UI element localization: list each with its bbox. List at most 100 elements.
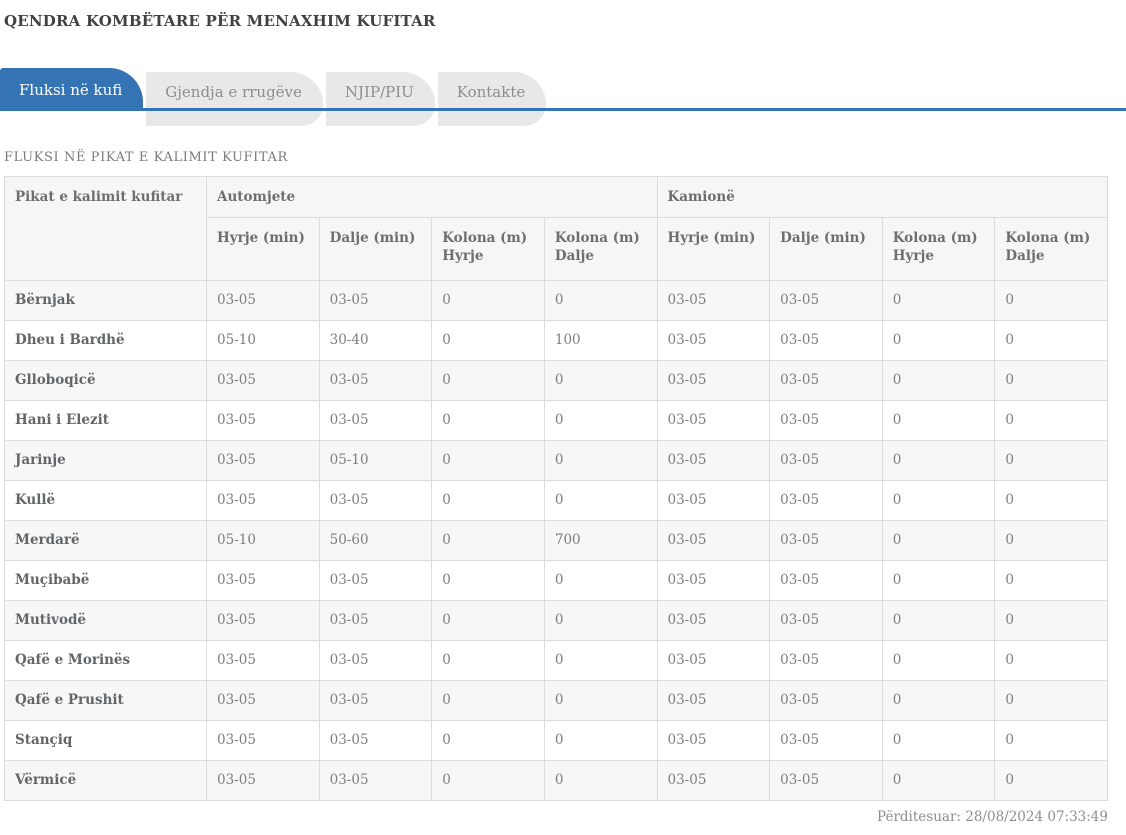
cell-value: 0: [543, 480, 658, 521]
crossing-point-name: Jarinje: [4, 440, 207, 481]
cell-value: 03-05: [656, 640, 771, 681]
cell-value: 03-05: [318, 680, 433, 721]
subheader-auto-dalje: Dalje (min): [318, 217, 433, 281]
subheader-auto-hyrje: Hyrje (min): [206, 217, 320, 281]
cell-value: 03-05: [206, 640, 320, 681]
cell-value: 0: [994, 320, 1108, 361]
cell-value: 0: [994, 480, 1108, 521]
cell-value: 0: [881, 320, 996, 361]
cell-value: 03-05: [656, 280, 771, 321]
cell-value: 05-10: [318, 440, 433, 481]
crossing-point-name: Qafë e Morinës: [4, 640, 207, 681]
cell-value: 0: [994, 520, 1108, 561]
cell-value: 03-05: [206, 480, 320, 521]
cell-value: 0: [431, 480, 545, 521]
cell-value: 03-05: [206, 760, 320, 801]
table-row: Qafë e Prushit 03-05 03-05 0 0 03-05 03-…: [4, 680, 1108, 721]
cell-value: 0: [881, 440, 996, 481]
cell-value: 03-05: [656, 320, 771, 361]
table-row: Vërmicë 03-05 03-05 0 0 03-05 03-05 0 0: [4, 760, 1108, 801]
cell-value: 0: [881, 280, 996, 321]
tab-gjendja-e-rrugeve[interactable]: Gjendja e rrugëve: [146, 72, 323, 126]
cell-value: 03-05: [656, 520, 771, 561]
cell-value: 03-05: [318, 560, 433, 601]
cell-value: 0: [431, 560, 545, 601]
cell-value: 03-05: [769, 560, 883, 601]
crossing-point-name: Vërmicë: [4, 760, 207, 801]
cell-value: 0: [994, 600, 1108, 641]
tab-njip-piu[interactable]: NJIP/PIU: [325, 72, 435, 126]
crossing-point-name: Glloboqicë: [4, 360, 207, 401]
cell-value: 03-05: [318, 640, 433, 681]
table-body: Bërnjak 03-05 03-05 0 0 03-05 03-05 0 0 …: [4, 280, 1108, 801]
subheader-kamion-hyrje: Hyrje (min): [656, 217, 771, 281]
cell-value: 03-05: [206, 600, 320, 641]
cell-value: 03-05: [656, 360, 771, 401]
cell-value: 0: [543, 360, 658, 401]
last-updated: Përditesuar: 28/08/2024 07:33:49: [877, 809, 1108, 825]
cell-value: 03-05: [656, 720, 771, 761]
cell-value: 05-10: [206, 520, 320, 561]
cell-value: 0: [431, 720, 545, 761]
cell-value: 03-05: [206, 440, 320, 481]
tab-kontakte[interactable]: Kontakte: [437, 72, 547, 126]
cell-value: 0: [881, 600, 996, 641]
cell-value: 0: [431, 360, 545, 401]
cell-value: 03-05: [318, 720, 433, 761]
cell-value: 03-05: [318, 600, 433, 641]
cell-value: 03-05: [656, 680, 771, 721]
group-header-kamione: Kamionë: [656, 176, 1108, 218]
cell-value: 100: [543, 320, 658, 361]
subheader-kamion-kolona-dalje: Kolona (m) Dalje: [994, 217, 1108, 281]
cell-value: 03-05: [318, 280, 433, 321]
cell-value: 03-05: [206, 720, 320, 761]
subheader-kamion-dalje: Dalje (min): [769, 217, 883, 281]
table-row: Mutivodë 03-05 03-05 0 0 03-05 03-05 0 0: [4, 600, 1108, 641]
cell-value: 50-60: [318, 520, 433, 561]
table-row: Kullë 03-05 03-05 0 0 03-05 03-05 0 0: [4, 480, 1108, 521]
cell-value: 0: [994, 680, 1108, 721]
cell-value: 03-05: [318, 760, 433, 801]
crossing-point-name: Muçibabë: [4, 560, 207, 601]
subheader-auto-kolona-dalje: Kolona (m) Dalje: [543, 217, 658, 281]
cell-value: 0: [994, 440, 1108, 481]
cell-value: 03-05: [206, 400, 320, 441]
table-row: Bërnjak 03-05 03-05 0 0 03-05 03-05 0 0: [4, 280, 1108, 321]
cell-value: 30-40: [318, 320, 433, 361]
cell-value: 03-05: [656, 760, 771, 801]
cell-value: 03-05: [769, 440, 883, 481]
cell-value: 03-05: [656, 440, 771, 481]
cell-value: 03-05: [769, 280, 883, 321]
cell-value: 0: [431, 320, 545, 361]
tabs-row: Fluksi në kufi Gjendja e rrugëve NJIP/PI…: [0, 68, 1126, 126]
table-row: Stançiq 03-05 03-05 0 0 03-05 03-05 0 0: [4, 720, 1108, 761]
cell-value: 0: [881, 640, 996, 681]
table-row: Glloboqicë 03-05 03-05 0 0 03-05 03-05 0…: [4, 360, 1108, 401]
cell-value: 03-05: [769, 680, 883, 721]
cell-value: 0: [543, 600, 658, 641]
cell-value: 03-05: [769, 720, 883, 761]
crossing-point-name: Kullë: [4, 480, 207, 521]
cell-value: 0: [881, 480, 996, 521]
tab-fluksi-ne-kufi[interactable]: Fluksi në kufi: [0, 68, 144, 111]
cell-value: 0: [994, 720, 1108, 761]
cell-value: 0: [543, 640, 658, 681]
cell-value: 0: [994, 400, 1108, 441]
cell-value: 03-05: [769, 480, 883, 521]
cell-value: 03-05: [206, 360, 320, 401]
cell-value: 03-05: [769, 760, 883, 801]
cell-value: 0: [431, 520, 545, 561]
cell-value: 0: [431, 680, 545, 721]
cell-value: 0: [881, 360, 996, 401]
cell-value: 0: [431, 600, 545, 641]
cell-value: 03-05: [769, 320, 883, 361]
cell-value: 0: [543, 440, 658, 481]
cell-value: 03-05: [656, 600, 771, 641]
cell-value: 0: [994, 560, 1108, 601]
subheader-auto-kolona-hyrje: Kolona (m) Hyrje: [431, 217, 545, 281]
table-row: Muçibabë 03-05 03-05 0 0 03-05 03-05 0 0: [4, 560, 1108, 601]
cell-value: 0: [994, 360, 1108, 401]
table-row: Merdarë 05-10 50-60 0 700 03-05 03-05 0 …: [4, 520, 1108, 561]
crossing-point-name: Qafë e Prushit: [4, 680, 207, 721]
cell-value: 0: [994, 760, 1108, 801]
